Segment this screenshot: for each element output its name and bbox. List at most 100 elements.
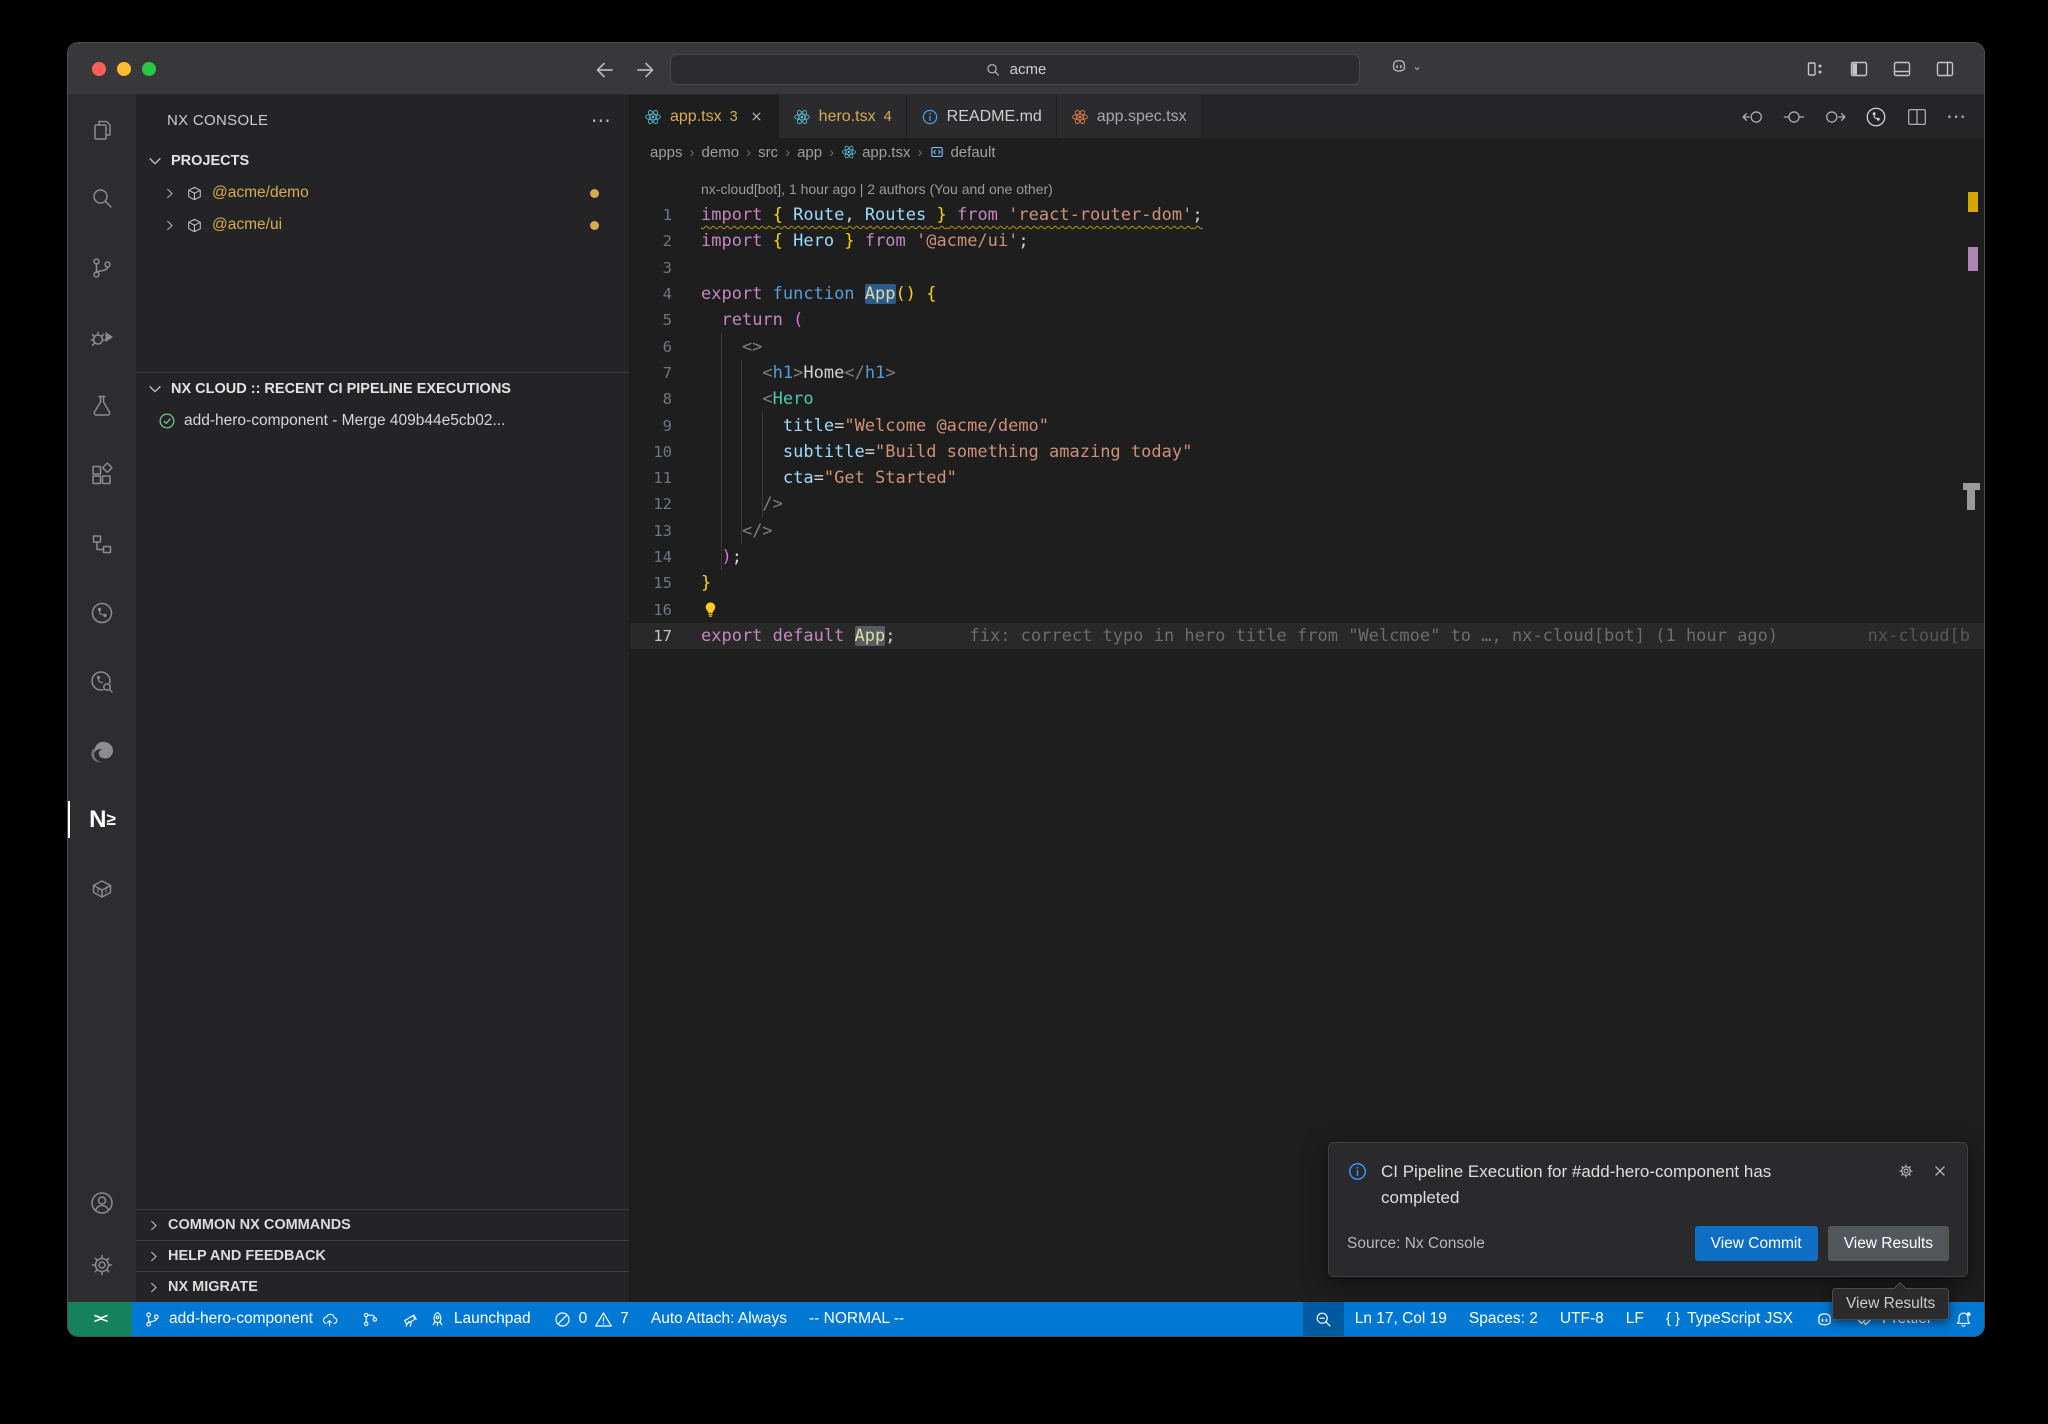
view-commit-button[interactable]: View Commit [1695,1226,1818,1261]
activity-item-extensions[interactable] [68,440,136,509]
code-line-6[interactable]: 6 <> [630,333,1984,359]
toggle-sidebar-icon[interactable] [1848,58,1870,80]
status-text: Spaces: 2 [1469,1310,1538,1328]
section-label: HELP AND FEEDBACK [168,1248,326,1264]
copilot-menu[interactable]: ⌄ [1390,57,1422,75]
breadcrumb-item-app[interactable]: app [797,144,822,161]
breadcrumb-item-apps[interactable]: apps [650,144,683,161]
activity-item-containers[interactable] [68,854,136,923]
breadcrumb-item-src[interactable]: src [758,144,778,161]
previous-change-icon[interactable] [1741,105,1765,129]
code-line-5[interactable]: 5 return ( [630,307,1984,333]
code-line-3[interactable]: 3 [630,255,1984,281]
command-center-search[interactable]: acme [670,54,1360,85]
code-line-17[interactable]: nx-cloud[b17export default App;fix: corr… [630,623,1984,649]
code-line-15[interactable]: 15} [630,570,1984,596]
status-eol[interactable]: LF [1615,1302,1655,1336]
layout-controls [1805,58,1956,80]
maximize-button[interactable] [142,62,156,76]
activity-item-commit-graph[interactable] [68,578,136,647]
code-line-4[interactable]: 4export function App() { [630,281,1984,307]
code-line-14[interactable]: 14 ); [630,544,1984,570]
forward-icon[interactable] [632,57,658,83]
code-line-16[interactable]: 16 [630,596,1984,622]
tab-app.spec.tsx[interactable]: app.spec.tsx [1057,95,1202,138]
git-blame-codelens[interactable]: nx-cloud[bot], 1 hour ago | 2 authors (Y… [630,176,1984,202]
telescope-icon [402,1310,421,1329]
code-line-2[interactable]: 2import { Hero } from '@acme/ui'; [630,228,1984,254]
status-encoding[interactable]: UTF-8 [1549,1302,1615,1336]
toggle-panel-icon[interactable] [1891,58,1913,80]
tab-hero.tsx[interactable]: hero.tsx4 [779,95,907,138]
activity-item-run-and-debug[interactable] [68,302,136,371]
traffic-lights [92,62,156,76]
breadcrumb-item-default[interactable]: default [929,144,995,161]
section-projects[interactable]: PROJECTS [136,145,629,177]
activity-item-explorer[interactable] [68,95,136,164]
back-icon[interactable] [592,57,618,83]
close-button[interactable] [92,62,106,76]
code-line-12[interactable]: 12 /> [630,491,1984,517]
section-nx-cloud[interactable]: NX CLOUD :: RECENT CI PIPELINE EXECUTION… [136,373,629,405]
status-remote-indicator[interactable]: >< [68,1302,132,1336]
more-actions-icon[interactable]: ⋯ [1946,112,1966,122]
status-zoom-indicator[interactable] [1303,1302,1344,1336]
notification-settings-icon[interactable] [1897,1162,1915,1180]
next-change-icon[interactable] [1823,105,1847,129]
more-actions-icon[interactable]: ⋯ [591,108,611,133]
breadcrumb-item-app.tsx[interactable]: app.tsx [841,144,910,161]
split-editor-icon[interactable] [1905,105,1929,129]
view-results-button[interactable]: View Results [1828,1226,1949,1261]
toggle-secondary-sidebar-icon[interactable] [1934,58,1956,80]
close-icon[interactable] [1931,1162,1949,1180]
status-cursor-position[interactable]: Ln 17, Col 19 [1344,1302,1458,1336]
status-indentation[interactable]: Spaces: 2 [1458,1302,1549,1336]
section-common-nx-commands[interactable]: COMMON NX COMMANDS [136,1209,629,1240]
activity-item-nx-console[interactable]: N≥ [68,785,136,854]
run-graph-icon[interactable] [1864,105,1888,129]
status-auto-attach[interactable]: Auto Attach: Always [640,1302,798,1336]
status-git-graph[interactable] [350,1302,391,1336]
tab-README.md[interactable]: README.md [907,95,1057,138]
status-problems[interactable]: 07 [542,1302,640,1336]
section-help-and-feedback[interactable]: HELP AND FEEDBACK [136,1240,629,1271]
activity-item-testing[interactable] [68,371,136,440]
status-git-branch[interactable]: add-hero-component [132,1302,350,1336]
code-line-13[interactable]: 13 </> [630,518,1984,544]
pipeline-execution-item[interactable]: add-hero-component - Merge 409b44e5cb02.… [136,405,629,437]
breadcrumb-item-demo[interactable]: demo [702,144,740,161]
edge-blame-text: nx-cloud[b [1868,626,1970,646]
code-line-7[interactable]: 7 <h1>Home</h1> [630,360,1984,386]
activity-item-accounts[interactable] [68,1172,136,1234]
minimize-button[interactable] [117,62,131,76]
activity-item-project-hierarchy[interactable] [68,509,136,578]
code-editor[interactable]: nx-cloud[bot], 1 hour ago | 2 authors (Y… [630,166,1984,1302]
tab-app.tsx[interactable]: app.tsx3 [630,95,779,138]
status-notifications[interactable] [1943,1302,1984,1336]
activity-item-edge-tools[interactable] [68,716,136,785]
status-launchpad[interactable]: Launchpad [391,1302,542,1336]
react-icon [793,108,811,126]
code-line-10[interactable]: 10 subtitle="Build something amazing tod… [630,439,1984,465]
change-icon[interactable] [1782,105,1806,129]
overview-ruler-cursor-mark [1967,490,1975,510]
section-nx-migrate[interactable]: NX MIGRATE [136,1271,629,1302]
search-value: acme [1010,61,1047,78]
tab-label: app.spec.tsx [1097,108,1187,126]
vscode-window: acme ⌄ N≥ NX CONSOLE ⋯ PROJECTS [68,43,1984,1336]
close-tab-icon[interactable] [749,109,764,124]
activity-item-settings[interactable] [68,1234,136,1296]
project-item[interactable]: @acme/demo [136,177,629,209]
activity-item-source-control[interactable] [68,233,136,302]
activity-item-gitlens-inspect[interactable] [68,647,136,716]
code-line-8[interactable]: 8 <Hero [630,386,1984,412]
customize-layout-icon[interactable] [1805,58,1827,80]
info-icon [1347,1161,1368,1182]
code-line-9[interactable]: 9 title="Welcome @acme/demo" [630,412,1984,438]
project-item[interactable]: @acme/ui [136,209,629,241]
code-line-11[interactable]: 11 cta="Get Started" [630,465,1984,491]
status-vim-mode[interactable]: -- NORMAL -- [798,1302,915,1336]
activity-item-search[interactable] [68,164,136,233]
status-language-mode[interactable]: { }TypeScript JSX [1655,1302,1804,1336]
code-line-1[interactable]: 1import { Route, Routes } from 'react-ro… [630,202,1984,228]
